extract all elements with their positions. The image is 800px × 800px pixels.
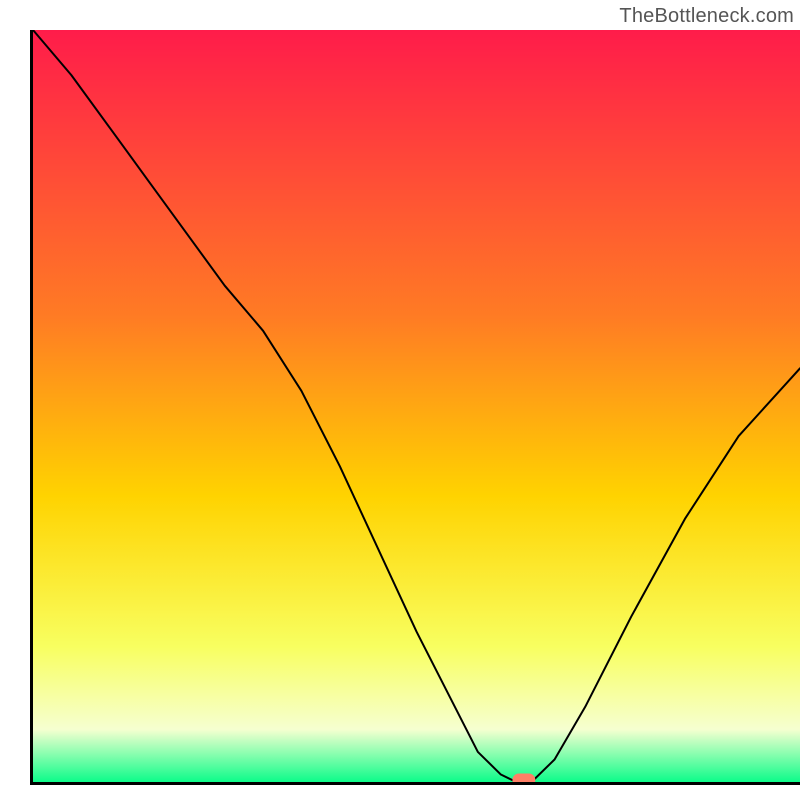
- optimal-marker: [513, 774, 535, 782]
- chart-svg: [33, 30, 800, 782]
- gradient-background: [33, 30, 800, 782]
- watermark-text: TheBottleneck.com: [619, 5, 794, 28]
- chart-plot-area: [30, 30, 800, 785]
